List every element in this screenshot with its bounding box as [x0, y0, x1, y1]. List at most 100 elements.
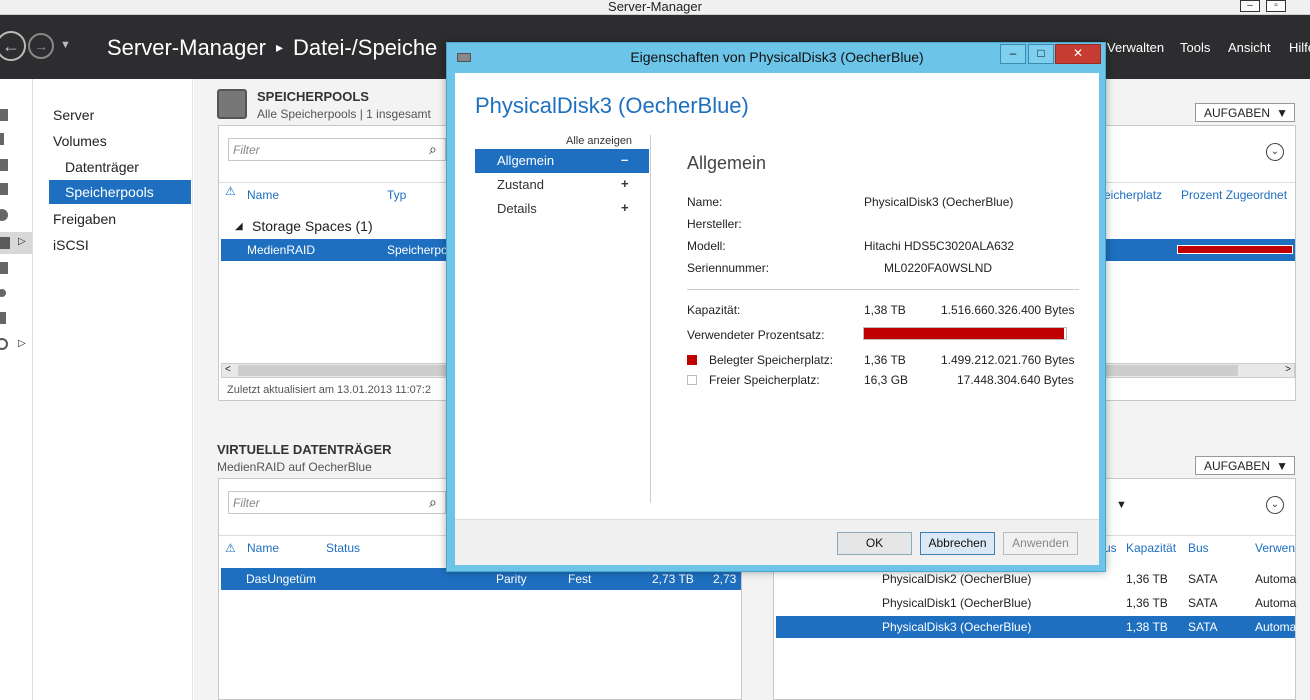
- menu-tools[interactable]: Tools: [1180, 40, 1210, 55]
- dialog-body: PhysicalDisk3 (OecherBlue) Alle anzeigen…: [455, 73, 1099, 519]
- all-servers-icon[interactable]: [0, 159, 8, 171]
- vdisks-filter-input[interactable]: Filter: [228, 491, 446, 514]
- pools-filter-input[interactable]: Filter: [228, 138, 446, 161]
- dialog-footer: OK Abbrechen Anwenden: [455, 519, 1099, 565]
- restore-button[interactable]: ▫: [1266, 0, 1286, 12]
- pools-tasks-dropdown[interactable]: AUFGABEN ▼: [1195, 103, 1295, 122]
- dialog-close-button[interactable]: ✕: [1055, 44, 1101, 64]
- col-typ[interactable]: Typ: [387, 188, 406, 202]
- col-speicherplatz[interactable]: eicherplatz: [1104, 188, 1162, 202]
- col-bus[interactable]: Bus: [1188, 541, 1209, 555]
- ok-button[interactable]: OK: [837, 532, 912, 555]
- breadcrumb-current[interactable]: Datei-/Speiche: [293, 35, 437, 60]
- col-prozent-zugeordnet[interactable]: Prozent Zugeordnet: [1181, 188, 1287, 202]
- pools-subtitle: Alle Speicherpools | 1 insgesamt: [257, 107, 431, 121]
- update-role-icon[interactable]: [0, 338, 8, 350]
- dashboard-icon[interactable]: [0, 109, 8, 121]
- pane-zustand-label: Zustand: [497, 177, 544, 192]
- expand-arrow-icon[interactable]: ▷: [18, 236, 26, 247]
- nav-freigaben[interactable]: Freigaben: [53, 211, 116, 227]
- table-row[interactable]: PhysicalDisk3 (OecherBlue) 1,38 TB SATA …: [776, 616, 1296, 638]
- pane-details[interactable]: Details +: [475, 197, 649, 221]
- menu-verwalten[interactable]: Verwalten: [1107, 40, 1164, 55]
- pdisks-expand-button[interactable]: ⌄: [1266, 496, 1284, 514]
- role-icon-strip: ▷ ▷: [0, 79, 33, 700]
- web-role-icon[interactable]: [0, 289, 6, 297]
- col-name[interactable]: Name: [247, 188, 279, 202]
- pdisk-capacity: 1,36 TB: [1126, 596, 1168, 610]
- used-bytes: 1.499.212.021.760 Bytes: [941, 353, 1075, 367]
- forward-arrow-icon[interactable]: →: [28, 33, 54, 59]
- name-value: PhysicalDisk3 (OecherBlue): [864, 195, 1014, 209]
- breadcrumb: Server-Manager ▸ Datei-/Speiche: [107, 35, 437, 61]
- free-label: Freier Speicherplatz:: [709, 373, 820, 387]
- pools-updated: Zuletzt aktualisiert am 13.01.2013 11:07…: [227, 384, 432, 396]
- menu-ansicht[interactable]: Ansicht: [1228, 40, 1271, 55]
- file-storage-selected[interactable]: ▷: [0, 232, 32, 254]
- table-row[interactable]: PhysicalDisk1 (OecherBlue) 1,36 TB SATA …: [776, 592, 1296, 614]
- scroll-left-icon[interactable]: <: [225, 364, 231, 375]
- nav-speicherpools[interactable]: Speicherpools: [49, 180, 191, 204]
- col-verwendung[interactable]: Verwen: [1255, 541, 1295, 555]
- dialog-minimize-button[interactable]: –: [1000, 44, 1026, 64]
- pool-type: Speicherpo: [387, 243, 448, 257]
- cancel-button[interactable]: Abbrechen: [920, 532, 995, 555]
- pdisk-capacity: 1,36 TB: [1126, 572, 1168, 586]
- col-name[interactable]: Name: [247, 541, 279, 555]
- vdisks-filter-placeholder: Filter: [233, 496, 260, 510]
- vdisk-capacity-2: 2,73: [713, 572, 737, 586]
- pane-details-label: Details: [497, 201, 537, 216]
- pane-divider: [650, 135, 651, 503]
- usage-bar-fill: [864, 328, 1064, 339]
- pdisk-usage: Automa: [1255, 572, 1297, 586]
- pane-allgemein-label: Allgemein: [497, 153, 555, 168]
- dropdown-arrow-icon: ▼: [1276, 106, 1288, 120]
- expand-icon: +: [621, 200, 629, 215]
- collapse-group-icon[interactable]: ◢: [235, 221, 243, 232]
- nav-iscsi[interactable]: iSCSI: [53, 237, 89, 253]
- print-role-icon[interactable]: [0, 262, 8, 274]
- show-all-link[interactable]: Alle anzeigen: [566, 135, 632, 147]
- pool-name: MedienRAID: [247, 243, 316, 257]
- pane-allgemein[interactable]: Allgemein –: [475, 149, 649, 173]
- model-value: Hitachi HDS5C3020ALA632: [864, 239, 1015, 253]
- nav-volumes[interactable]: Volumes: [53, 133, 107, 149]
- nav-datentraeger[interactable]: Datenträger: [65, 159, 139, 175]
- back-arrow-icon[interactable]: ←: [0, 31, 26, 61]
- pool-group[interactable]: Storage Spaces (1): [252, 218, 373, 234]
- user-role-icon[interactable]: [0, 209, 8, 221]
- pools-tasks-label: AUFGABEN: [1204, 106, 1271, 120]
- capacity-value: 1,38 TB: [864, 303, 906, 317]
- expand-arrow-icon[interactable]: ▷: [18, 338, 26, 349]
- apply-button[interactable]: Anwenden: [1003, 532, 1078, 555]
- dropdown-arrow-icon[interactable]: ▼: [1116, 499, 1127, 511]
- pools-expand-button[interactable]: ⌄: [1266, 143, 1284, 161]
- pdisks-tasks-dropdown[interactable]: AUFGABEN ▼: [1195, 456, 1295, 475]
- scroll-right-icon[interactable]: >: [1285, 364, 1291, 375]
- pdisks-tasks-label: AUFGABEN: [1204, 459, 1271, 473]
- search-icon[interactable]: ⌕: [429, 141, 437, 158]
- tools-role-icon[interactable]: [0, 312, 6, 324]
- name-label: Name:: [687, 195, 723, 209]
- history-dropdown-icon[interactable]: ▼: [60, 39, 71, 51]
- local-server-icon[interactable]: [0, 133, 4, 145]
- col-kapazitaet[interactable]: Kapazität: [1126, 541, 1176, 555]
- dialog-maximize-button[interactable]: □: [1028, 44, 1054, 64]
- storage-nav-panel: Server Volumes Datenträger Speicherpools…: [33, 79, 193, 700]
- pdisk-name: PhysicalDisk1 (OecherBlue): [882, 596, 1032, 610]
- nav-server[interactable]: Server: [53, 107, 94, 123]
- storage-pool-icon: [217, 89, 247, 119]
- window-title: Server-Manager: [608, 0, 702, 14]
- search-icon[interactable]: ⌕: [429, 494, 437, 511]
- pdisk-bus: SATA: [1188, 572, 1218, 586]
- pdisk-bus: SATA: [1188, 596, 1218, 610]
- minimize-button[interactable]: –: [1240, 0, 1260, 12]
- col-status[interactable]: Status: [326, 541, 360, 555]
- vendor-label: Hersteller:: [687, 217, 742, 231]
- pane-zustand[interactable]: Zustand +: [475, 173, 649, 197]
- serial-value: ML0220FA0WSLND: [884, 261, 993, 275]
- menu-hilfe[interactable]: Hilfe: [1289, 40, 1310, 55]
- role-icon[interactable]: [0, 183, 8, 195]
- breadcrumb-root[interactable]: Server-Manager: [107, 35, 266, 60]
- nav-speicherpools-label: Speicherpools: [65, 184, 154, 200]
